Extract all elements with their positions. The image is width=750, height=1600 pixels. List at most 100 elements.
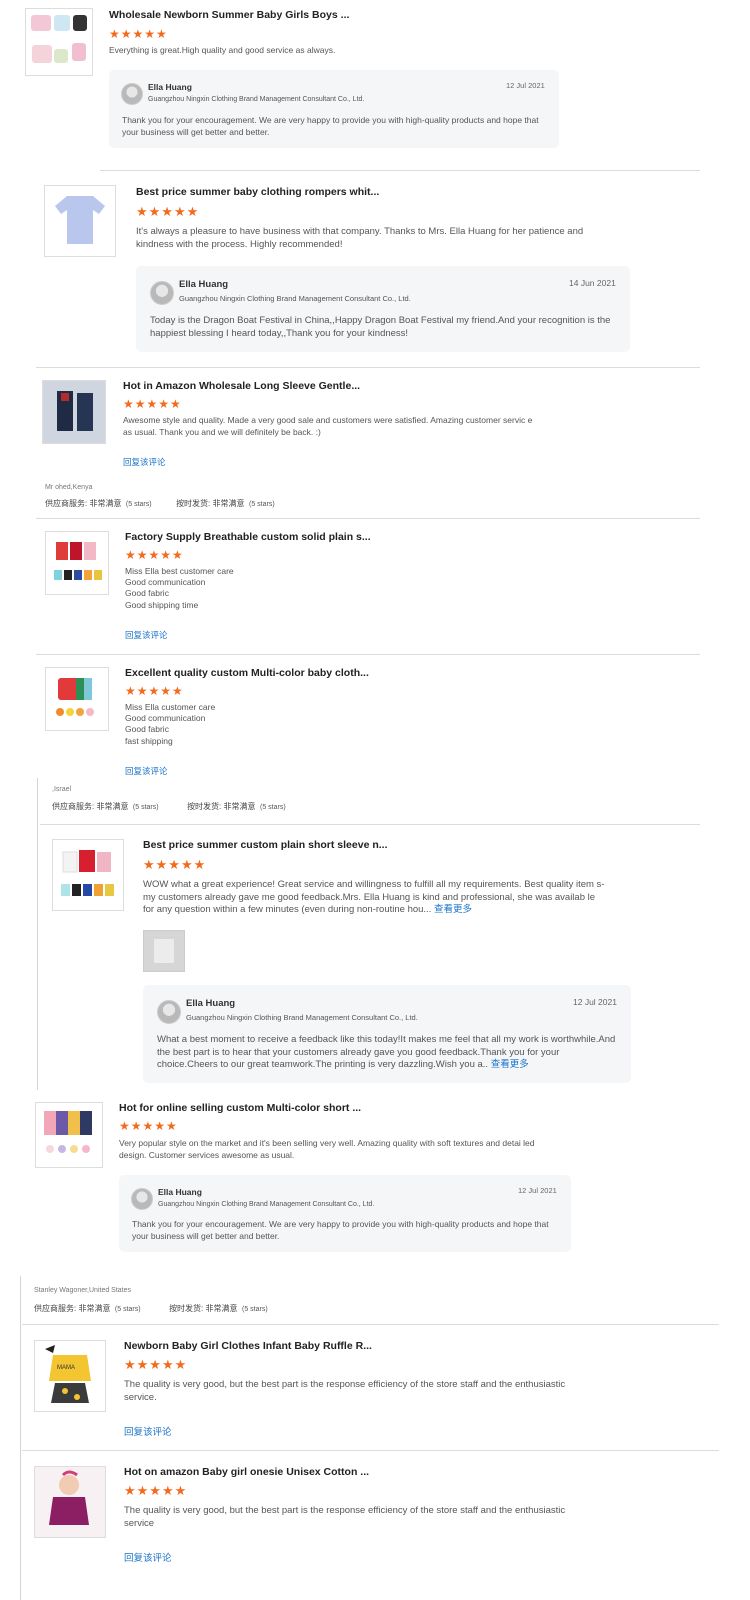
supplier-service-label: 供应商服务:	[34, 1304, 77, 1313]
review-line: Good communication	[125, 713, 206, 723]
reply-author: Ella Huang	[148, 82, 192, 92]
review-text: It's always a pleasure to have business …	[136, 226, 584, 250]
product-title[interactable]: Hot for online selling custom Multi-colo…	[119, 1102, 361, 1114]
avatar	[157, 1000, 181, 1024]
reply-to-review-link[interactable]: 回复该评论	[124, 1550, 172, 1564]
review-text: The quality is very good, but the best p…	[124, 1505, 566, 1529]
on-time-delivery-stars: (5 stars)	[241, 1306, 268, 1313]
supplier-service-stars: (5 stars)	[125, 501, 152, 508]
product-title[interactable]: Factory Supply Breathable custom solid p…	[125, 531, 371, 543]
baby-girl-onesie-image	[35, 1467, 105, 1537]
review-text-content: WOW what a great experience! Great servi…	[143, 879, 605, 915]
divider	[22, 1450, 719, 1451]
supplier-service-value: 非常满意	[89, 499, 122, 508]
avatar	[121, 83, 143, 105]
reply-to-review-link[interactable]: 回复该评论	[124, 1424, 172, 1438]
reply-to-review-link[interactable]: 回复该评论	[123, 456, 166, 468]
product-thumbnail[interactable]	[45, 667, 109, 731]
supplier-service-value: 非常满意	[96, 802, 129, 811]
avatar	[150, 281, 174, 305]
review-line: Miss Ella customer care	[125, 702, 216, 712]
product-thumbnail[interactable]	[42, 380, 106, 444]
on-time-delivery-label: 按时发货:	[169, 1304, 204, 1313]
thread-line	[20, 1276, 21, 1600]
review-text: Everything is great.High quality and goo…	[109, 45, 336, 55]
product-title[interactable]: Wholesale Newborn Summer Baby Girls Boys…	[109, 9, 349, 21]
reviewer-name: ,Israel	[52, 786, 72, 793]
review-text: Awesome style and quality. Made a very g…	[123, 415, 533, 437]
star-rating: ★★★★★	[109, 27, 168, 41]
on-time-delivery-value: 非常满意	[205, 1304, 238, 1313]
multicolor-short-sleeve-image	[44, 1111, 92, 1153]
see-more-link[interactable]: 查看更多	[491, 1059, 529, 1070]
divider	[36, 518, 700, 519]
supplier-service-value: 非常满意	[78, 1304, 111, 1313]
thread-line	[37, 778, 38, 1090]
reply-author: Ella Huang	[179, 279, 229, 290]
reply-text: What a best moment to receive a feedback…	[157, 1034, 619, 1072]
reply-company: Guangzhou Ningxin Clothing Brand Managem…	[179, 294, 411, 303]
reply-author: Ella Huang	[186, 998, 236, 1009]
reply-text: Thank you for your encouragement. We are…	[122, 115, 539, 137]
review-line: Good fabric	[125, 588, 169, 598]
reply-company: Guangzhou Ningxin Clothing Brand Managem…	[186, 1013, 418, 1022]
on-time-delivery-stars: (5 stars)	[259, 804, 286, 811]
reply-date: 12 Jul 2021	[518, 1186, 557, 1195]
reply-author: Ella Huang	[158, 1187, 202, 1197]
reply-to-review-link[interactable]: 回复该评论	[125, 629, 168, 641]
gentleman-outfit-image	[43, 381, 105, 443]
review-text: WOW what a great experience! Great servi…	[143, 879, 608, 917]
review-line: Miss Ella best customer care	[125, 566, 234, 576]
star-rating: ★★★★★	[123, 397, 182, 411]
product-thumbnail[interactable]	[44, 185, 116, 257]
product-thumbnail[interactable]	[25, 8, 93, 76]
product-thumbnail[interactable]	[45, 531, 109, 595]
solid-rompers-image	[54, 542, 102, 580]
product-title[interactable]: Best price summer baby clothing rompers …	[136, 186, 379, 198]
baby-bodysuits-image	[31, 15, 87, 63]
divider	[100, 170, 700, 171]
divider	[22, 1324, 719, 1325]
reply-company: Guangzhou Ningxin Clothing Brand Managem…	[148, 96, 365, 103]
on-time-delivery-label: 按时发货:	[187, 802, 222, 811]
product-thumbnail[interactable]	[35, 1102, 103, 1168]
divider	[40, 824, 700, 825]
on-time-delivery-value: 非常满意	[212, 499, 245, 508]
review-line: fast shipping	[125, 736, 173, 746]
star-rating: ★★★★★	[124, 1483, 188, 1498]
photo-image	[144, 931, 184, 971]
product-title[interactable]: Excellent quality custom Multi-color bab…	[125, 667, 369, 679]
see-more-link[interactable]: 查看更多	[434, 904, 472, 915]
product-title[interactable]: Hot on amazon Baby girl onesie Unisex Co…	[124, 1466, 369, 1478]
reply-text: Today is the Dragon Boat Festival in Chi…	[150, 315, 611, 339]
divider	[36, 654, 700, 655]
product-thumbnail[interactable]	[52, 839, 124, 911]
svg-text:MAMA: MAMA	[57, 1365, 75, 1371]
avatar	[131, 1188, 153, 1210]
supplier-service-label: 供应商服务:	[45, 499, 88, 508]
reply-date: 12 Jul 2021	[506, 81, 545, 90]
product-title[interactable]: Newborn Baby Girl Clothes Infant Baby Ru…	[124, 1340, 372, 1352]
short-sleeve-rompers-image	[61, 850, 114, 896]
product-thumbnail[interactable]	[34, 1466, 106, 1538]
multicolor-bodysuits-image	[56, 678, 94, 716]
star-rating: ★★★★★	[124, 1357, 188, 1372]
seller-reply: Ella Huang Guangzhou Ningxin Clothing Br…	[119, 1175, 571, 1252]
on-time-delivery-value: 非常满意	[223, 802, 256, 811]
star-rating: ★★★★★	[125, 684, 184, 698]
product-title[interactable]: Best price summer custom plain short sle…	[143, 839, 388, 851]
supplier-service-stars: (5 stars)	[114, 1306, 141, 1313]
review-line: Good shipping time	[125, 600, 199, 610]
ruffle-romper-image: MAMA	[45, 1345, 91, 1403]
product-thumbnail[interactable]: MAMA	[34, 1340, 106, 1412]
reviewer-name: Mr ohed,Kenya	[45, 484, 93, 491]
divider	[36, 367, 700, 368]
product-title[interactable]: Hot in Amazon Wholesale Long Sleeve Gent…	[123, 380, 360, 392]
romper-image	[55, 196, 105, 244]
star-rating: ★★★★★	[143, 857, 207, 872]
star-rating: ★★★★★	[125, 548, 184, 562]
reply-date: 14 Jun 2021	[569, 278, 616, 288]
reviewer-ratings: 供应商服务: 非常满意 (5 stars) 按时发货: 非常满意 (5 star…	[34, 1303, 268, 1314]
review-photo[interactable]	[143, 930, 185, 972]
reply-to-review-link[interactable]: 回复该评论	[125, 765, 168, 777]
